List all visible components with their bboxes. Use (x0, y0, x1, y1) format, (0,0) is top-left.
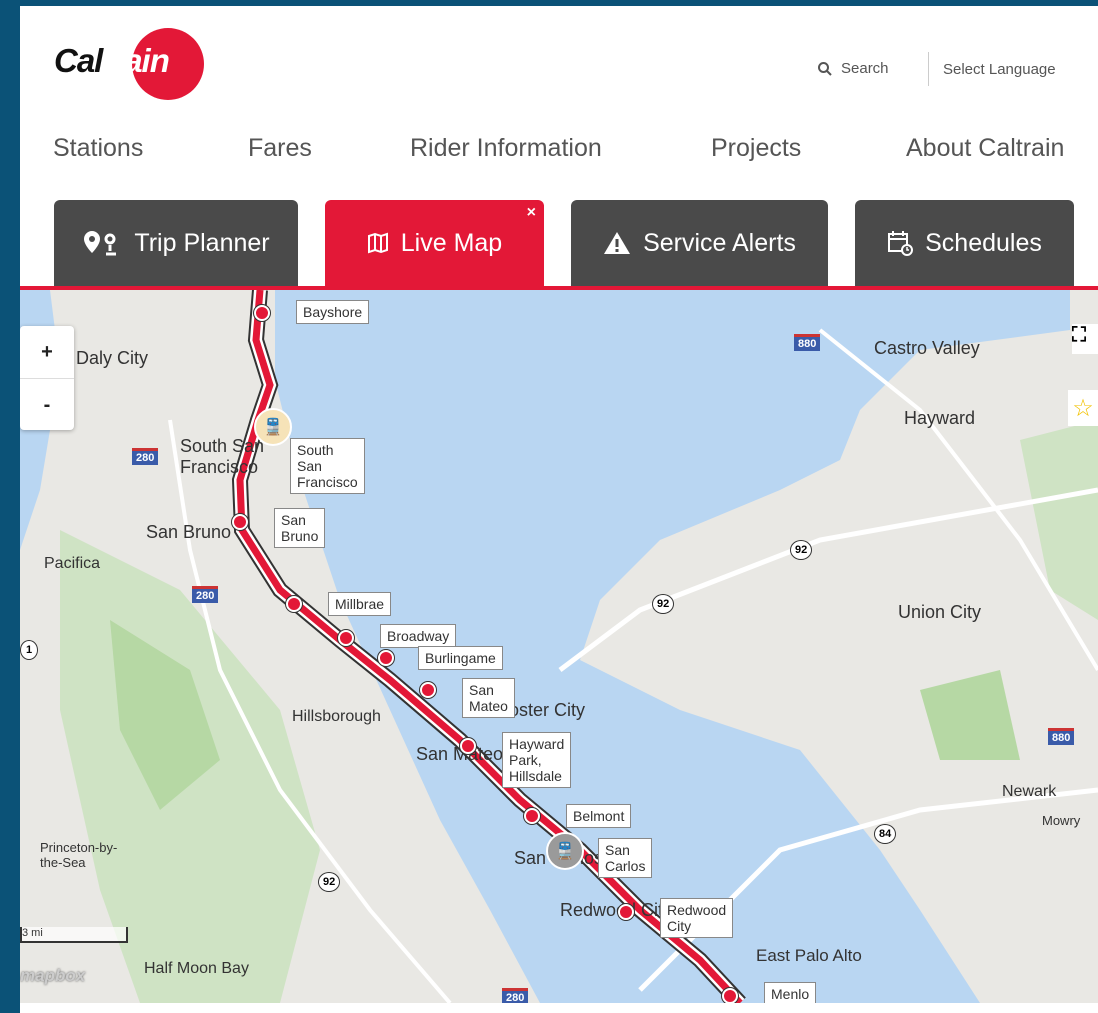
logo-text: Caltrain (54, 42, 170, 80)
station-dot[interactable] (286, 596, 302, 612)
search-icon (818, 61, 832, 76)
place-union-city: Union City (898, 602, 982, 622)
station-label-belmont[interactable]: Belmont (566, 804, 632, 828)
tab-service-alerts[interactable]: Service Alerts (571, 200, 828, 286)
place-princeton: Princeton-by-the-Sea (40, 840, 118, 870)
alert-icon (604, 232, 631, 254)
search-link[interactable]: Search (817, 60, 889, 77)
station-dot[interactable] (338, 630, 354, 646)
nav-projects[interactable]: Projects (711, 134, 801, 163)
place-south-san-francisco: South San Francisco (180, 436, 265, 477)
place-redwood-city: Redwood City (560, 900, 673, 920)
station-label-redwood-city[interactable]: Redwood City (660, 898, 734, 938)
zoom-in-button[interactable]: + (20, 326, 74, 379)
live-map[interactable]: Daly City Castro Valley Hayward South Sa… (20, 290, 1098, 1003)
train-icon[interactable]: 🚆 (546, 832, 584, 870)
station-label-bayshore[interactable]: Bayshore (296, 300, 370, 324)
zoom-controls: + - (20, 326, 74, 430)
shield-880-b: 880 (1048, 728, 1075, 745)
nav-rider-information[interactable]: Rider Information (410, 134, 602, 163)
tab-schedules[interactable]: Schedules (855, 200, 1074, 286)
station-label-san-bruno[interactable]: San Bruno (274, 508, 326, 548)
tab-label: Trip Planner (134, 228, 270, 257)
search-label: Search (841, 60, 889, 77)
language-select[interactable]: Select Language (928, 52, 1056, 86)
nav-stations[interactable]: Stations (53, 134, 143, 163)
station-dot[interactable] (460, 738, 476, 754)
station-dot[interactable] (254, 305, 270, 321)
place-newark: Newark (1002, 783, 1057, 800)
shield-280-c: 280 (502, 988, 529, 1003)
train-icon[interactable]: 🚆 (254, 408, 292, 446)
place-daly-city: Daly City (76, 348, 149, 368)
star-icon[interactable]: ☆ (1068, 390, 1098, 426)
mapbox-attribution[interactable]: mapbox (20, 966, 85, 986)
scale-label: 3 mi (22, 927, 43, 939)
close-icon[interactable]: × (527, 204, 536, 222)
logo-cal: Cal (54, 42, 103, 79)
place-hayward: Hayward (904, 408, 976, 428)
tab-label: Live Map (400, 228, 503, 257)
place-east-palo-alto: East Palo Alto (756, 946, 862, 965)
place-san-bruno: San Bruno (146, 522, 232, 542)
place-half-moon-bay: Half Moon Bay (144, 960, 249, 977)
place-mowry: Mowry (1042, 813, 1081, 828)
station-dot[interactable] (722, 988, 738, 1003)
place-castro-valley: Castro Valley (874, 338, 980, 358)
station-label-menlo-park[interactable]: Menlo Park (764, 982, 817, 1003)
caltrain-logo[interactable]: Caltrain (54, 28, 204, 100)
main-nav: Stations Fares Rider Information Project… (53, 134, 1083, 164)
shield-280-b: 280 (192, 586, 219, 603)
station-label-hayward-park-hillsdale[interactable]: Hayward Park, Hillsdale (502, 732, 572, 788)
place-hillsborough: Hillsborough (292, 708, 381, 725)
station-dot[interactable] (618, 904, 634, 920)
place-labels: Daly City Castro Valley Hayward South Sa… (20, 290, 1098, 1003)
station-label-san-carlos[interactable]: San Carlos (598, 838, 653, 878)
trip-planner-icon (84, 231, 117, 256)
shield-280: 280 (132, 448, 159, 465)
station-label-san-mateo[interactable]: San Mateo (462, 678, 515, 718)
station-dot[interactable] (232, 514, 248, 530)
station-dot[interactable] (524, 808, 540, 824)
station-label-millbrae[interactable]: Millbrae (328, 592, 392, 616)
station-label-burlingame[interactable]: Burlingame (418, 646, 503, 670)
quick-tabs: Trip Planner Live Map × Service Alerts S… (20, 200, 1098, 286)
station-dot[interactable] (420, 682, 436, 698)
logo-train: train (102, 42, 170, 79)
calendar-icon (888, 231, 914, 256)
station-label-south-san-francisco[interactable]: South San Francisco (290, 438, 365, 494)
station-label-broadway[interactable]: Broadway (380, 624, 457, 648)
scale-bar: 3 mi (20, 927, 128, 943)
tab-label: Schedules (925, 228, 1042, 257)
place-pacifica: Pacifica (44, 555, 101, 572)
shield-880: 880 (794, 334, 821, 351)
zoom-out-button[interactable]: - (20, 379, 74, 431)
nav-fares[interactable]: Fares (248, 134, 312, 163)
language-label: Select Language (943, 60, 1056, 78)
map-icon (367, 232, 388, 254)
fullscreen-icon[interactable]: ⛶ (1072, 324, 1098, 354)
tab-trip-planner[interactable]: Trip Planner (54, 200, 298, 286)
station-dot[interactable] (378, 650, 394, 666)
shield-1: 1 (20, 640, 39, 660)
nav-about-caltrain[interactable]: About Caltrain (906, 134, 1064, 163)
tab-live-map[interactable]: Live Map × (325, 200, 544, 286)
tab-label: Service Alerts (643, 228, 796, 257)
